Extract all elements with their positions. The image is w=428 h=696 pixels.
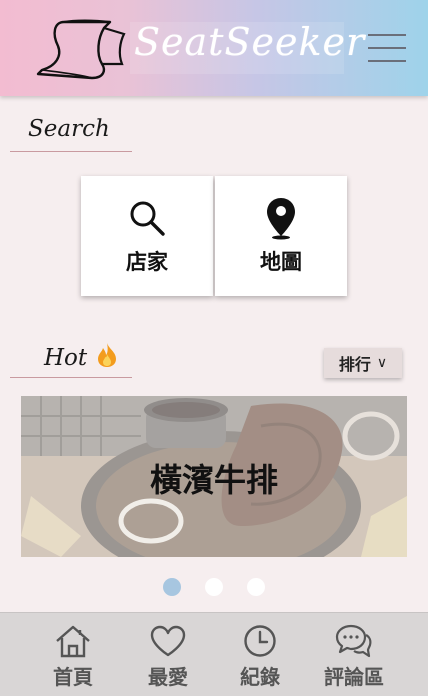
home-icon	[53, 623, 93, 659]
search-section-title: Search	[28, 116, 110, 142]
nav-label-reviews: 評論區	[324, 665, 384, 689]
hot-title-underline	[10, 377, 132, 378]
carousel-dots	[0, 578, 428, 596]
search-tiles: 店家 地圖	[81, 176, 347, 296]
search-icon	[127, 196, 167, 240]
store-search-tile[interactable]: 店家	[81, 176, 213, 296]
seat-logo-icon	[36, 19, 126, 80]
heart-icon	[148, 623, 188, 659]
nav-item-home[interactable]: 首頁	[23, 613, 123, 696]
clock-icon	[240, 623, 280, 659]
carousel-title: 橫濱牛排	[150, 461, 278, 499]
fire-icon	[98, 343, 117, 367]
nav-label-history: 紀錄	[240, 665, 280, 689]
nav-label-home: 首頁	[53, 665, 93, 689]
menu-line	[368, 47, 406, 49]
carousel-dot-3[interactable]	[247, 578, 265, 596]
chevron-down-icon: ∨	[376, 355, 388, 371]
nav-label-favorites: 最愛	[148, 665, 188, 689]
search-title-underline	[10, 151, 132, 152]
carousel-dot-2[interactable]	[205, 578, 223, 596]
ranking-dropdown[interactable]: 排行 ∨	[324, 348, 402, 378]
carousel-dot-1[interactable]	[163, 578, 181, 596]
brand-name: SeatSeeker	[134, 20, 366, 64]
hot-title-text: Hot	[44, 345, 88, 371]
map-search-tile[interactable]: 地圖	[215, 176, 347, 296]
bottom-navigation: 首頁 最愛 紀錄 評論區	[0, 612, 428, 696]
store-tile-label: 店家	[126, 250, 168, 274]
app-header: SeatSeeker	[0, 0, 428, 96]
map-tile-label: 地圖	[260, 250, 302, 274]
nav-item-reviews[interactable]: 評論區	[304, 613, 404, 696]
hot-section-title: Hot	[44, 342, 118, 371]
menu-line	[368, 60, 406, 62]
ranking-label: 排行	[338, 355, 371, 374]
steak-photo: 橫濱牛排	[21, 396, 407, 557]
nav-item-favorites[interactable]: 最愛	[118, 613, 218, 696]
chat-bubbles-icon	[334, 623, 374, 659]
menu-line	[368, 34, 406, 36]
nav-item-history[interactable]: 紀錄	[210, 613, 310, 696]
hamburger-menu-button[interactable]	[368, 32, 406, 64]
hot-carousel-slide[interactable]: 橫濱牛排	[21, 396, 407, 557]
map-pin-icon	[261, 196, 301, 240]
